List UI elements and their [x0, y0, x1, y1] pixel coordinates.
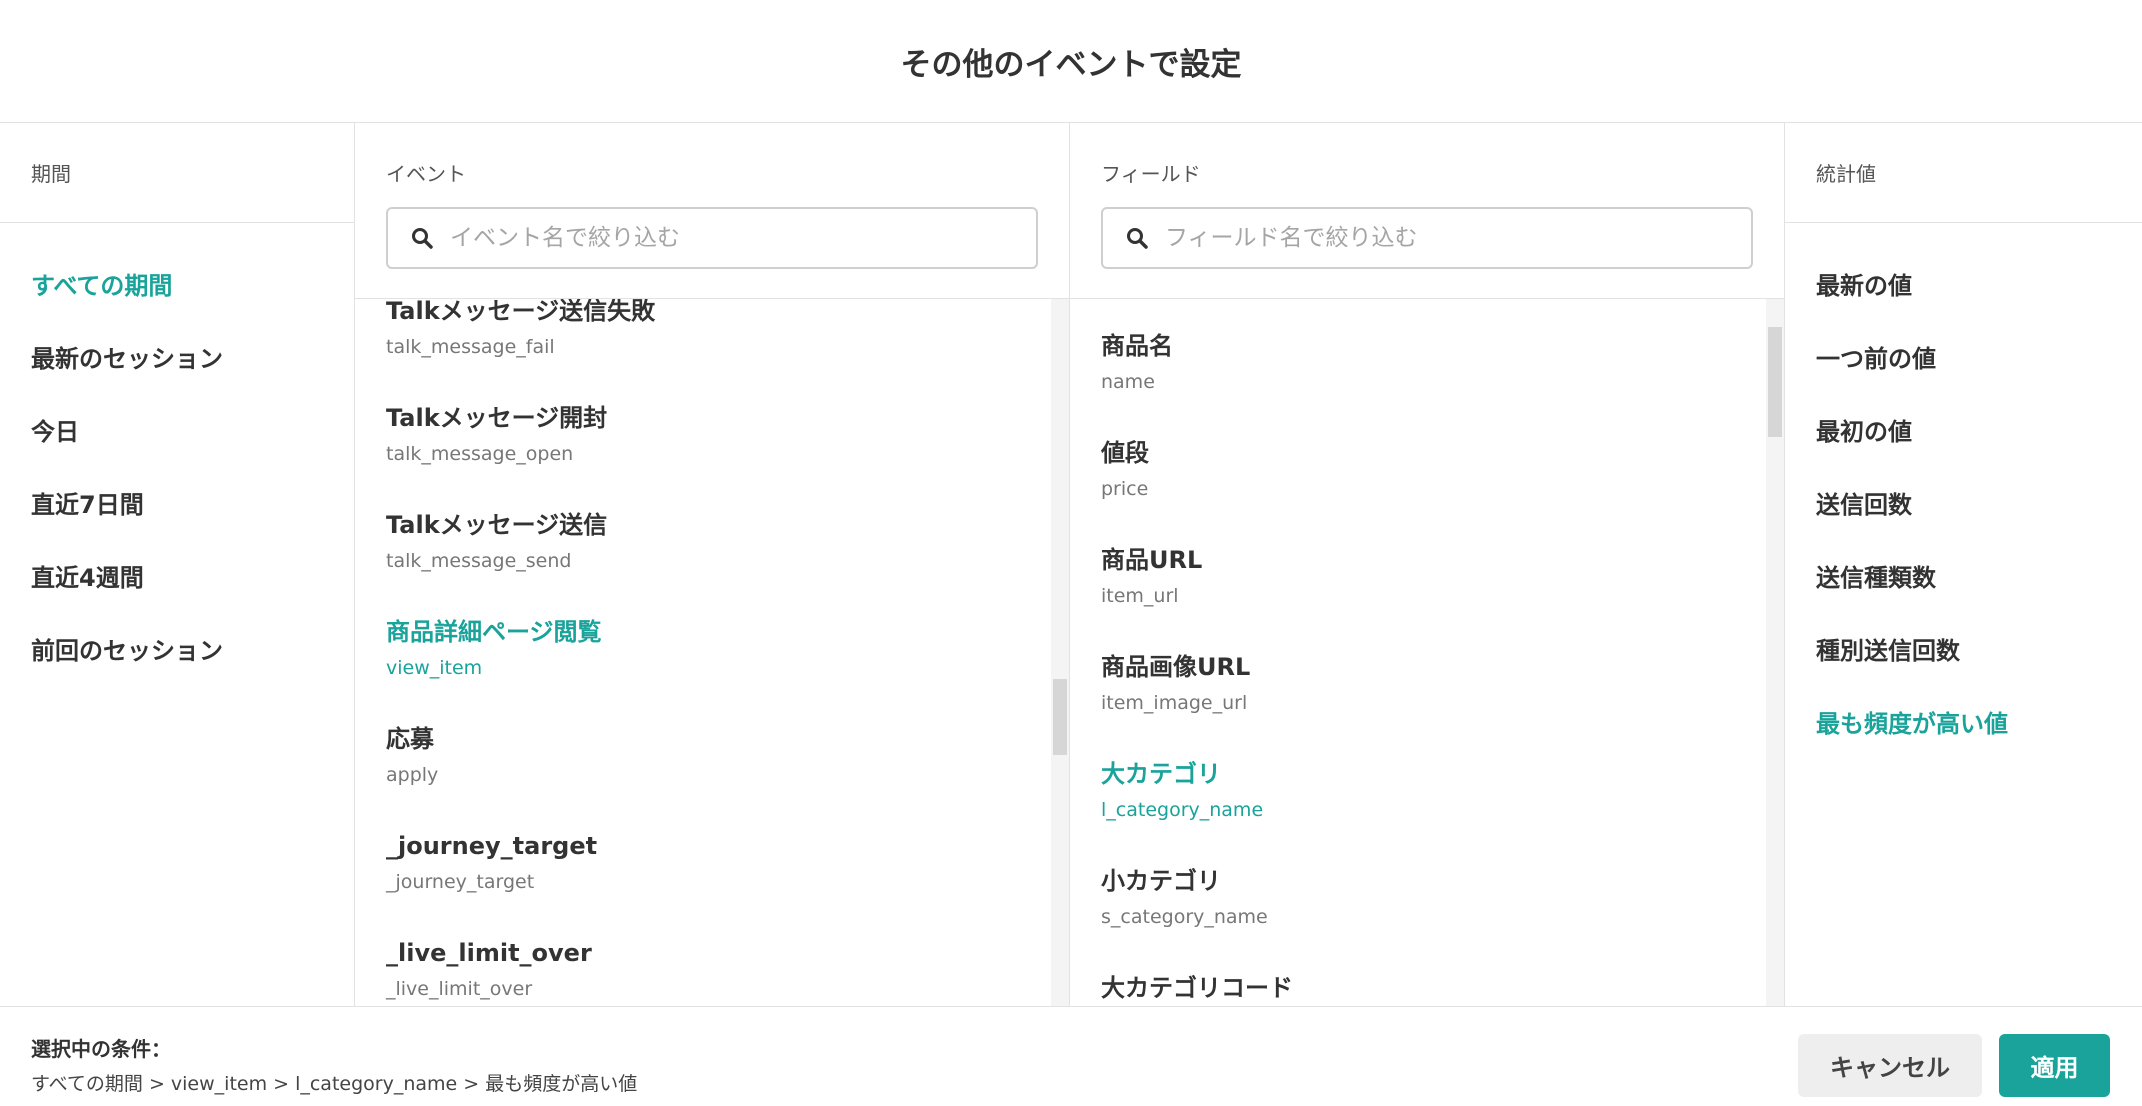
field-search-box[interactable] — [1101, 207, 1753, 269]
field-key: item_url — [1101, 585, 1179, 607]
field-key: name — [1101, 371, 1155, 393]
stat-option[interactable]: 最初の値 — [1816, 396, 2142, 469]
field-list-item[interactable]: 値段 price — [1101, 435, 1293, 542]
event-display-name: 商品詳細ページ閲覧 — [386, 618, 602, 646]
event-display-name: Talkメッセージ開封 — [386, 404, 608, 432]
event-display-name: Talkメッセージ送信 — [386, 511, 608, 539]
field-key: price — [1101, 478, 1149, 500]
period-option[interactable]: 前回のセッション — [31, 615, 354, 688]
event-scrollbar[interactable] — [1051, 299, 1069, 1006]
field-list-item[interactable]: 商品画像URL item_image_url — [1101, 649, 1293, 756]
stat-option[interactable]: 一つ前の値 — [1816, 323, 2142, 396]
event-search-box[interactable] — [386, 207, 1038, 269]
cancel-button[interactable]: キャンセル — [1798, 1034, 1982, 1097]
apply-button[interactable]: 適用 — [1999, 1034, 2110, 1097]
event-display-name: Talkメッセージ送信失敗 — [386, 299, 656, 325]
field-key: item_image_url — [1101, 692, 1248, 714]
field-scrollbar[interactable] — [1766, 299, 1784, 1006]
event-key: talk_message_fail — [386, 336, 555, 358]
field-list-scroll-area[interactable]: 商品名 name 値段 price 商品URL item_url 商品画像URL item_i… — [1070, 299, 1784, 1006]
field-key: l_category_name — [1101, 799, 1264, 821]
field-display-name: 値段 — [1101, 439, 1149, 467]
period-heading: 期間 — [31, 162, 71, 186]
event-key: talk_message_open — [386, 443, 574, 465]
stat-option[interactable]: 送信回数 — [1816, 469, 2142, 542]
stat-list: 最新の値 一つ前の値 最初の値 送信回数 送信種類数 種別送信回数 最も頻度が高い値 — [1785, 223, 2142, 761]
stat-option[interactable]: 最も頻度が高い値 — [1816, 688, 2142, 761]
period-option[interactable]: すべての期間 — [31, 250, 354, 323]
stat-option[interactable]: 最新の値 — [1816, 250, 2142, 323]
selected-condition-label: 選択中の条件： — [31, 1037, 171, 1061]
field-scrollbar-thumb[interactable] — [1768, 327, 1782, 437]
event-list: Talkメッセージ送信失敗 talk_message_fail Talkメッセージ開… — [355, 299, 655, 1006]
event-list-item[interactable]: Talkメッセージ送信失敗 talk_message_fail — [386, 299, 655, 400]
period-list: すべての期間 最新のセッション 今日 直近7日間 直近4週間 前回のセッション — [0, 223, 354, 688]
event-list-scroll-area[interactable]: Talkメッセージ送信失敗 talk_message_fail Talkメッセージ開… — [355, 299, 1069, 1006]
selected-condition-value: すべての期間 > view_item > l_category_name > 最… — [31, 1073, 638, 1095]
field-list-item[interactable]: 商品URL item_url — [1101, 542, 1293, 649]
event-heading: イベント — [386, 162, 466, 186]
period-column: 期間 すべての期間 最新のセッション 今日 直近7日間 直近4週間 前回のセッション — [0, 123, 355, 1006]
event-scrollbar-thumb[interactable] — [1053, 679, 1067, 755]
event-display-name: _live_limit_over — [386, 939, 592, 967]
field-list-item[interactable]: 小カテゴリ s_category_name — [1101, 863, 1293, 970]
search-icon — [1127, 228, 1148, 249]
event-column: イベント Talkメッセージ送信失敗talk_message_failTalkメ… — [355, 123, 1070, 1006]
event-list-item[interactable]: 応募 apply — [386, 721, 655, 828]
field-display-name: 大カテゴリ — [1101, 760, 1221, 788]
stat-header: 統計値 — [1785, 123, 2142, 223]
event-display-name: 応募 — [386, 725, 434, 753]
event-key: _live_limit_over — [386, 978, 533, 1000]
period-option[interactable]: 今日 — [31, 396, 354, 469]
event-search-input[interactable] — [448, 224, 1012, 252]
field-key: s_category_name — [1101, 906, 1268, 928]
field-list-item[interactable]: 大カテゴリ l_category_name — [1101, 756, 1293, 863]
field-header: フィールド — [1070, 123, 1784, 299]
dialog-footer: 選択中の条件： すべての期間 > view_item > l_category_… — [0, 1006, 2142, 1106]
event-key: _journey_target — [386, 871, 535, 893]
event-list-item[interactable]: Talkメッセージ開封 talk_message_open — [386, 400, 655, 507]
event-key: view_item — [386, 657, 483, 679]
stat-heading: 統計値 — [1816, 162, 1876, 186]
field-list: 商品名 name 値段 price 商品URL item_url 商品画像URL item_i… — [1070, 328, 1293, 1006]
field-list-item[interactable]: 商品名 name — [1101, 328, 1293, 435]
stat-column: 統計値 最新の値 一つ前の値 最初の値 送信回数 送信種類数 種別送信回数 最も頻度が高い値 — [1785, 123, 2142, 1006]
period-header: 期間 — [0, 123, 354, 223]
event-header: イベント — [355, 123, 1069, 299]
dialog-title: その他のイベントで設定 — [900, 46, 1242, 83]
field-display-name: 商品画像URL — [1101, 653, 1251, 681]
field-list-item[interactable]: 大カテゴリコード — [1101, 970, 1293, 1006]
event-list-item[interactable]: Talkメッセージ送信 talk_message_send — [386, 507, 655, 614]
event-display-name: _journey_target — [386, 832, 598, 860]
period-option[interactable]: 最新のセッション — [31, 323, 354, 396]
event-list-item[interactable]: 商品詳細ページ閲覧 view_item — [386, 614, 655, 721]
stat-option[interactable]: 種別送信回数 — [1816, 615, 2142, 688]
event-key: apply — [386, 764, 439, 786]
event-list-item[interactable]: _live_limit_over _live_limit_over — [386, 935, 655, 1006]
event-key: talk_message_send — [386, 550, 572, 572]
field-display-name: 大カテゴリコード — [1101, 974, 1293, 1002]
field-display-name: 商品名 — [1101, 332, 1173, 360]
field-search-input[interactable] — [1163, 224, 1727, 252]
dialog-header: その他のイベントで設定 — [0, 0, 2142, 123]
period-option[interactable]: 直近7日間 — [31, 469, 354, 542]
search-icon — [412, 228, 433, 249]
period-option[interactable]: 直近4週間 — [31, 542, 354, 615]
event-list-item[interactable]: _journey_target _journey_target — [386, 828, 655, 935]
field-column: フィールド 商品名 name 値段 price 商品URL item_url 商品画像URL… — [1070, 123, 1785, 1006]
field-display-name: 小カテゴリ — [1101, 867, 1221, 895]
field-heading: フィールド — [1101, 162, 1201, 186]
field-display-name: 商品URL — [1101, 546, 1203, 574]
stat-option[interactable]: 送信種類数 — [1816, 542, 2142, 615]
